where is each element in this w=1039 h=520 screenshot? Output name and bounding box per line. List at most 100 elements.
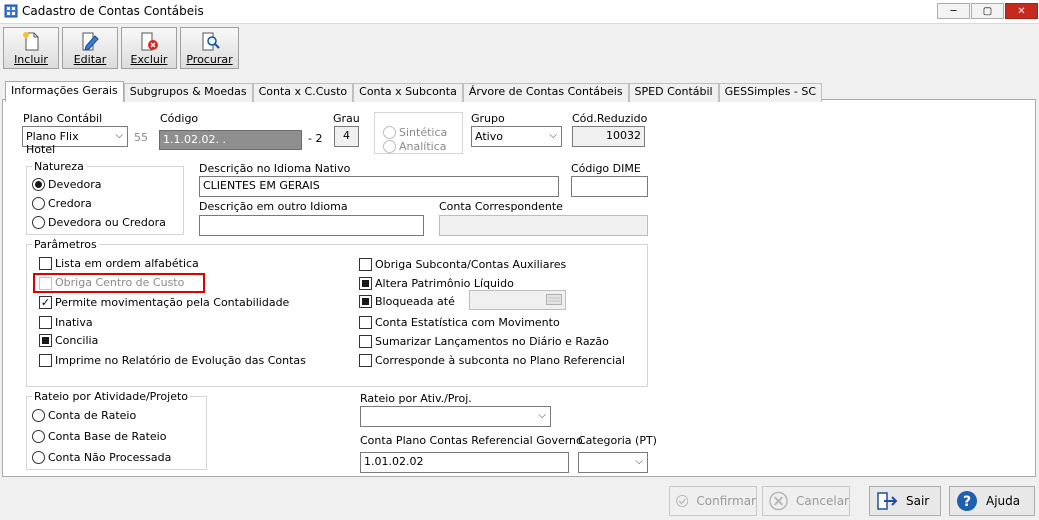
- cod-reduzido-field: 10032: [572, 126, 645, 147]
- conta-base-rateio-radio[interactable]: [32, 430, 45, 443]
- analitica-label: Analítica: [399, 140, 447, 153]
- sintetica-radio[interactable]: [383, 126, 396, 139]
- tab-informacoes-gerais[interactable]: Informações Gerais: [5, 81, 124, 102]
- grau-field: 4: [334, 126, 359, 147]
- inativa-checkbox[interactable]: [39, 316, 52, 329]
- svg-text:?: ?: [963, 494, 971, 510]
- tab-strip: Informações Gerais Subgrupos & Moedas Co…: [5, 81, 822, 102]
- corresponde-subconta-checkbox[interactable]: [359, 354, 372, 367]
- tab-subgrupos-moedas[interactable]: Subgrupos & Moedas: [123, 83, 253, 102]
- new-document-icon: [23, 32, 39, 51]
- tab-sped-contabil[interactable]: SPED Contábil: [628, 83, 719, 102]
- confirmar-button[interactable]: Confirmar: [669, 486, 757, 516]
- sintetica-label: Sintética: [399, 126, 448, 139]
- conta-nao-processada-radio[interactable]: [32, 451, 45, 464]
- conta-ref-label: Conta Plano Contas Referencial Governo: [360, 434, 583, 447]
- bloqueada-ate-date: [469, 290, 566, 310]
- conta-rateio-radio[interactable]: [32, 409, 45, 422]
- incluir-label: Incluir: [14, 53, 48, 66]
- conta-corresp-field: [439, 215, 648, 236]
- conta-estatistica-checkbox[interactable]: [359, 316, 372, 329]
- parametros-title: Parâmetros: [32, 238, 99, 251]
- credora-radio[interactable]: [32, 197, 45, 210]
- codigo-suffix: - 2: [308, 132, 323, 145]
- obriga-centro-custo-label: Obriga Centro de Custo: [55, 276, 185, 289]
- excluir-button[interactable]: Excluir: [121, 27, 177, 69]
- tab-conta-subconta[interactable]: Conta x Subconta: [353, 83, 463, 102]
- devedora-credora-radio[interactable]: [32, 216, 45, 229]
- tab-gessimples[interactable]: GESSimples - SC: [718, 83, 822, 102]
- app-icon: [4, 4, 18, 18]
- tab-conta-ccusto[interactable]: Conta x C.Custo: [252, 83, 354, 102]
- conta-nao-processada-label: Conta Não Processada: [48, 451, 172, 464]
- rateio-title: Rateio por Atividade/Projeto: [32, 390, 190, 403]
- imprime-relatorio-label: Imprime no Relatório de Evolução das Con…: [55, 354, 306, 367]
- devedora-credora-label: Devedora ou Credora: [48, 216, 166, 229]
- editar-button[interactable]: Editar: [62, 27, 118, 69]
- grau-label: Grau: [333, 112, 360, 125]
- inativa-label: Inativa: [55, 316, 93, 329]
- imprime-relatorio-checkbox[interactable]: [39, 354, 52, 367]
- altera-patrimonio-label: Altera Patrimônio Líquido: [375, 277, 514, 290]
- obriga-subconta-checkbox[interactable]: [359, 258, 372, 271]
- chevron-down-icon: ⌵: [635, 456, 643, 467]
- corresponde-subconta-label: Corresponde à subconta no Plano Referenc…: [375, 354, 625, 367]
- check-icon: [676, 494, 689, 508]
- credora-label: Credora: [48, 197, 92, 210]
- codigo-dime-input[interactable]: [571, 176, 648, 197]
- desc-outro-label: Descrição em outro Idioma: [199, 200, 348, 213]
- conta-corresp-label: Conta Correspondente: [439, 200, 563, 213]
- exit-icon: [877, 492, 898, 510]
- categoria-label: Categoria (PT): [578, 434, 657, 447]
- devedora-label: Devedora: [48, 178, 102, 191]
- search-document-icon: [202, 32, 220, 51]
- altera-patrimonio-checkbox[interactable]: [359, 277, 372, 290]
- close-button[interactable]: ✕: [1005, 3, 1038, 19]
- desc-outro-input[interactable]: [199, 215, 424, 236]
- codigo-input[interactable]: 1.1.02.02. .: [159, 130, 302, 150]
- maximize-button[interactable]: ▢: [971, 3, 1004, 19]
- edit-document-icon: [82, 32, 99, 51]
- plano-contabil-select[interactable]: Plano Flix Hotel ⌵: [22, 126, 128, 156]
- confirmar-label: Confirmar: [696, 494, 756, 508]
- procurar-button[interactable]: Procurar: [180, 27, 239, 69]
- obriga-subconta-label: Obriga Subconta/Contas Auxiliares: [375, 258, 567, 271]
- calendar-icon: [546, 294, 562, 308]
- cancelar-label: Cancelar: [796, 494, 849, 508]
- desc-nativo-input[interactable]: CLIENTES EM GERAIS: [199, 176, 559, 197]
- editar-label: Editar: [73, 53, 107, 66]
- grupo-value: Ativo: [475, 130, 503, 143]
- excluir-label: Excluir: [130, 53, 168, 66]
- help-icon: ?: [957, 491, 977, 511]
- concilia-checkbox[interactable]: [39, 334, 52, 347]
- cancelar-button[interactable]: Cancelar: [762, 486, 850, 516]
- conta-base-rateio-label: Conta Base de Rateio: [48, 430, 167, 443]
- conta-ref-input[interactable]: 1.01.02.02: [360, 452, 569, 473]
- obriga-centro-custo-checkbox[interactable]: [39, 277, 52, 290]
- minimize-button[interactable]: ─: [937, 3, 970, 19]
- tab-arvore-contas[interactable]: Árvore de Contas Contábeis: [462, 83, 629, 102]
- rateio-ativ-select[interactable]: ⌵: [360, 406, 551, 427]
- natureza-title: Natureza: [32, 160, 86, 173]
- codigo-dime-label: Código DIME: [571, 162, 641, 175]
- plano-number: 55: [134, 131, 148, 144]
- desc-nativo-label: Descrição no Idioma Nativo: [199, 162, 351, 175]
- bloqueada-ate-checkbox[interactable]: [359, 295, 372, 308]
- sumarizar-label: Sumarizar Lançamentos no Diário e Razão: [375, 335, 609, 348]
- grupo-select[interactable]: Ativo ⌵: [471, 126, 562, 147]
- categoria-select[interactable]: ⌵: [578, 452, 648, 473]
- permite-movimentacao-checkbox[interactable]: ✓: [39, 296, 52, 309]
- analitica-radio[interactable]: [383, 140, 396, 153]
- ajuda-button[interactable]: ? Ajuda: [949, 486, 1035, 516]
- chevron-down-icon: ⌵: [538, 410, 546, 421]
- incluir-button[interactable]: Incluir: [3, 27, 59, 69]
- conta-estatistica-label: Conta Estatística com Movimento: [375, 316, 560, 329]
- sair-button[interactable]: Sair: [869, 486, 941, 516]
- codigo-label: Código: [160, 112, 199, 125]
- lista-alfabetica-checkbox[interactable]: [39, 257, 52, 270]
- sair-label: Sair: [906, 494, 930, 508]
- concilia-label: Concilia: [55, 334, 99, 347]
- sumarizar-checkbox[interactable]: [359, 335, 372, 348]
- devedora-radio[interactable]: [32, 178, 45, 191]
- cancel-icon: [769, 491, 788, 511]
